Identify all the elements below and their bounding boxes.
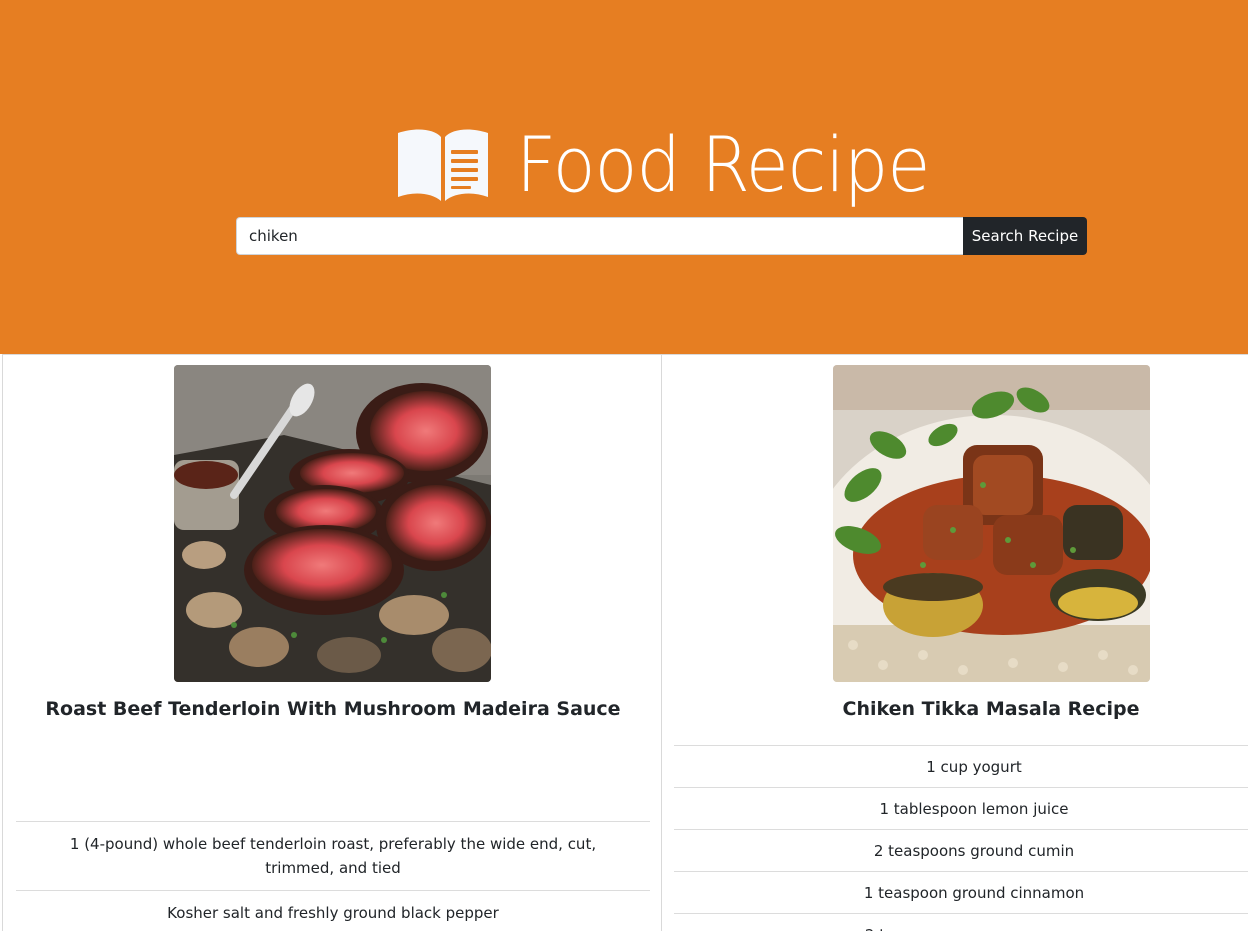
brand: Food Recipe [396, 110, 965, 220]
ingredient-item: Kosher salt and freshly ground black pep… [16, 890, 650, 931]
page-header: Food Recipe Search Recipe [0, 0, 1248, 354]
recipe-title: Chiken Tikka Masala Recipe [842, 698, 1140, 720]
ingredient-list: 1 cup yogurt 1 tablespoon lemon juice 2 … [674, 745, 1248, 931]
ingredient-item: 1 cup yogurt [674, 745, 1248, 787]
search-form: Search Recipe [236, 217, 1087, 255]
book-open-icon [396, 127, 490, 203]
ingredient-item: 2 teaspoons ground cumin [674, 829, 1248, 871]
recipe-title: Roast Beef Tenderloin With Mushroom Made… [45, 698, 621, 720]
recipe-card: Roast Beef Tenderloin With Mushroom Made… [2, 354, 662, 931]
ingredient-list: 1 (4-pound) whole beef tenderloin roast,… [16, 821, 650, 931]
ingredient-item: 2 teaspoons cayenne pepper [674, 913, 1248, 931]
search-button[interactable]: Search Recipe [963, 217, 1087, 255]
recipe-image-chiken-tikka-masala [833, 365, 1150, 682]
recipe-results: Roast Beef Tenderloin With Mushroom Made… [0, 354, 1248, 931]
recipe-card: Chiken Tikka Masala Recipe 1 cup yogurt … [662, 354, 1248, 931]
ingredient-item: 1 teaspoon ground cinnamon [674, 871, 1248, 913]
app-title: Food Recipe [516, 120, 930, 209]
recipe-image-roast-beef [174, 365, 491, 682]
search-input[interactable] [236, 217, 963, 255]
ingredient-item: 1 (4-pound) whole beef tenderloin roast,… [16, 821, 650, 890]
ingredient-item: 1 tablespoon lemon juice [674, 787, 1248, 829]
